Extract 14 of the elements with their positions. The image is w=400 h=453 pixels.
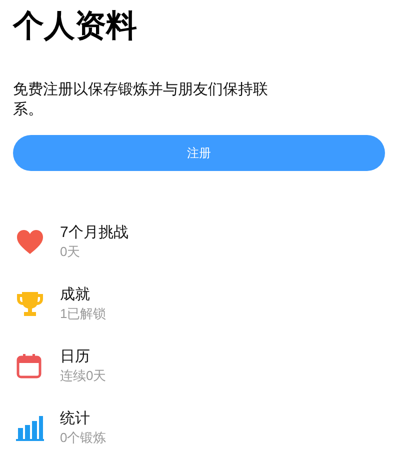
item-title[interactable]: 成就 [60,285,106,305]
item-title[interactable]: 统计 [60,409,106,429]
page-title: 个人资料 [13,7,138,45]
item-title[interactable]: 日历 [60,347,106,367]
heart-icon [16,229,44,255]
item-subtitle: 0天 [60,243,82,261]
item-subtitle: 连续0天 [60,367,106,385]
calendar-icon [16,353,42,379]
item-subtitle: 0个锻炼 [60,429,106,447]
item-subtitle: 1已解锁 [60,305,106,323]
item-title[interactable]: 7个月挑战 [60,223,128,243]
signup-prompt: 免费注册以保存锻炼并与朋友们保持联系。 [13,80,269,120]
trophy-icon [16,290,44,318]
bar-chart-icon [16,415,44,441]
